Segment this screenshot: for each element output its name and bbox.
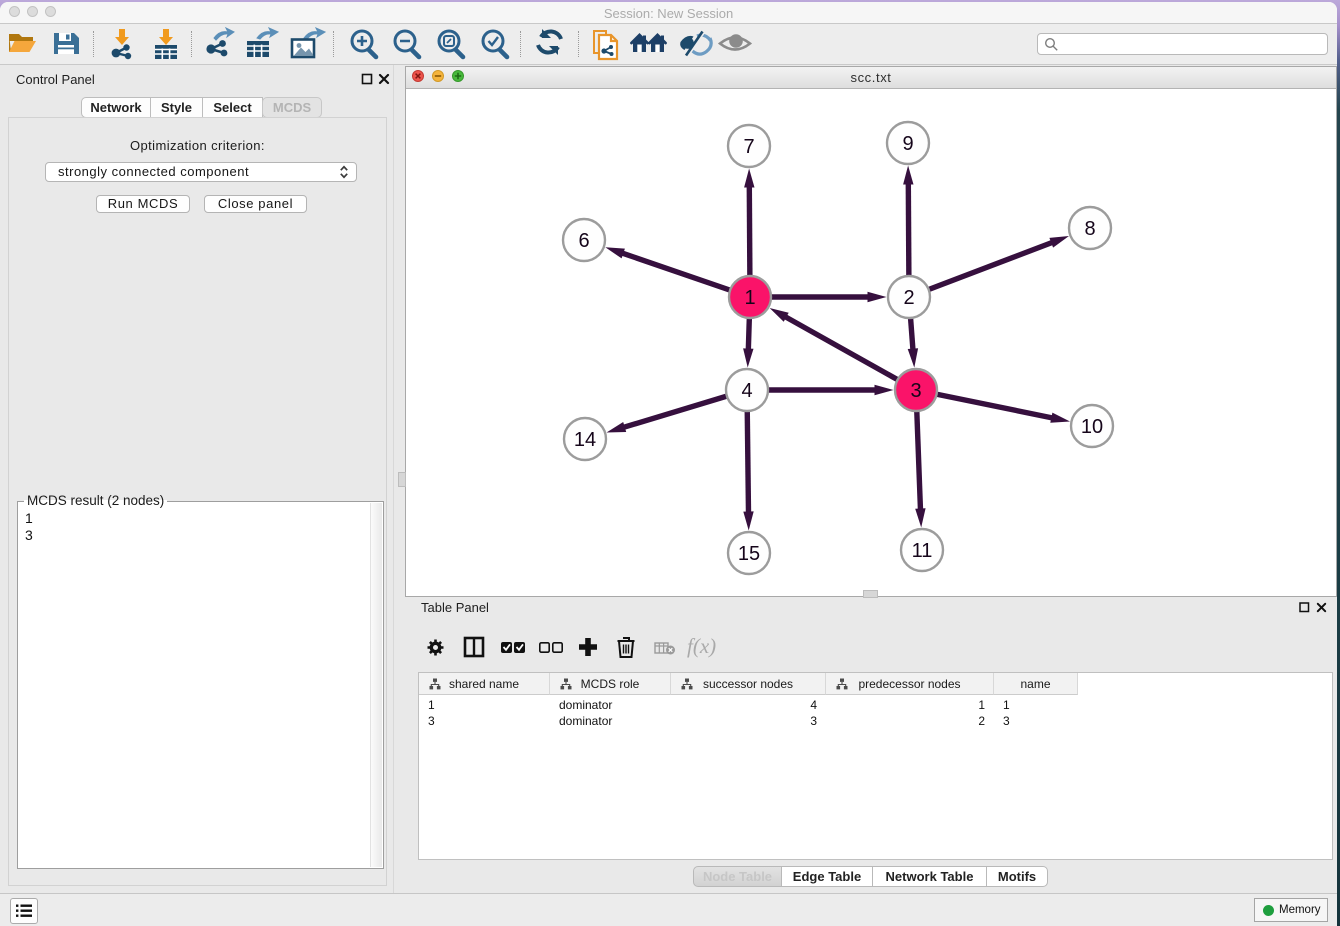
svg-text:4: 4 <box>741 380 752 402</box>
svg-text:10: 10 <box>1081 416 1103 438</box>
svg-text:1: 1 <box>744 287 755 309</box>
svg-text:8: 8 <box>1084 218 1095 240</box>
svg-text:3: 3 <box>910 380 921 402</box>
svg-text:11: 11 <box>912 540 933 562</box>
svg-text:6: 6 <box>578 230 589 252</box>
svg-text:9: 9 <box>902 133 913 155</box>
svg-text:15: 15 <box>738 543 760 565</box>
svg-text:14: 14 <box>574 429 596 451</box>
svg-text:7: 7 <box>743 136 754 158</box>
svg-text:2: 2 <box>903 287 914 309</box>
